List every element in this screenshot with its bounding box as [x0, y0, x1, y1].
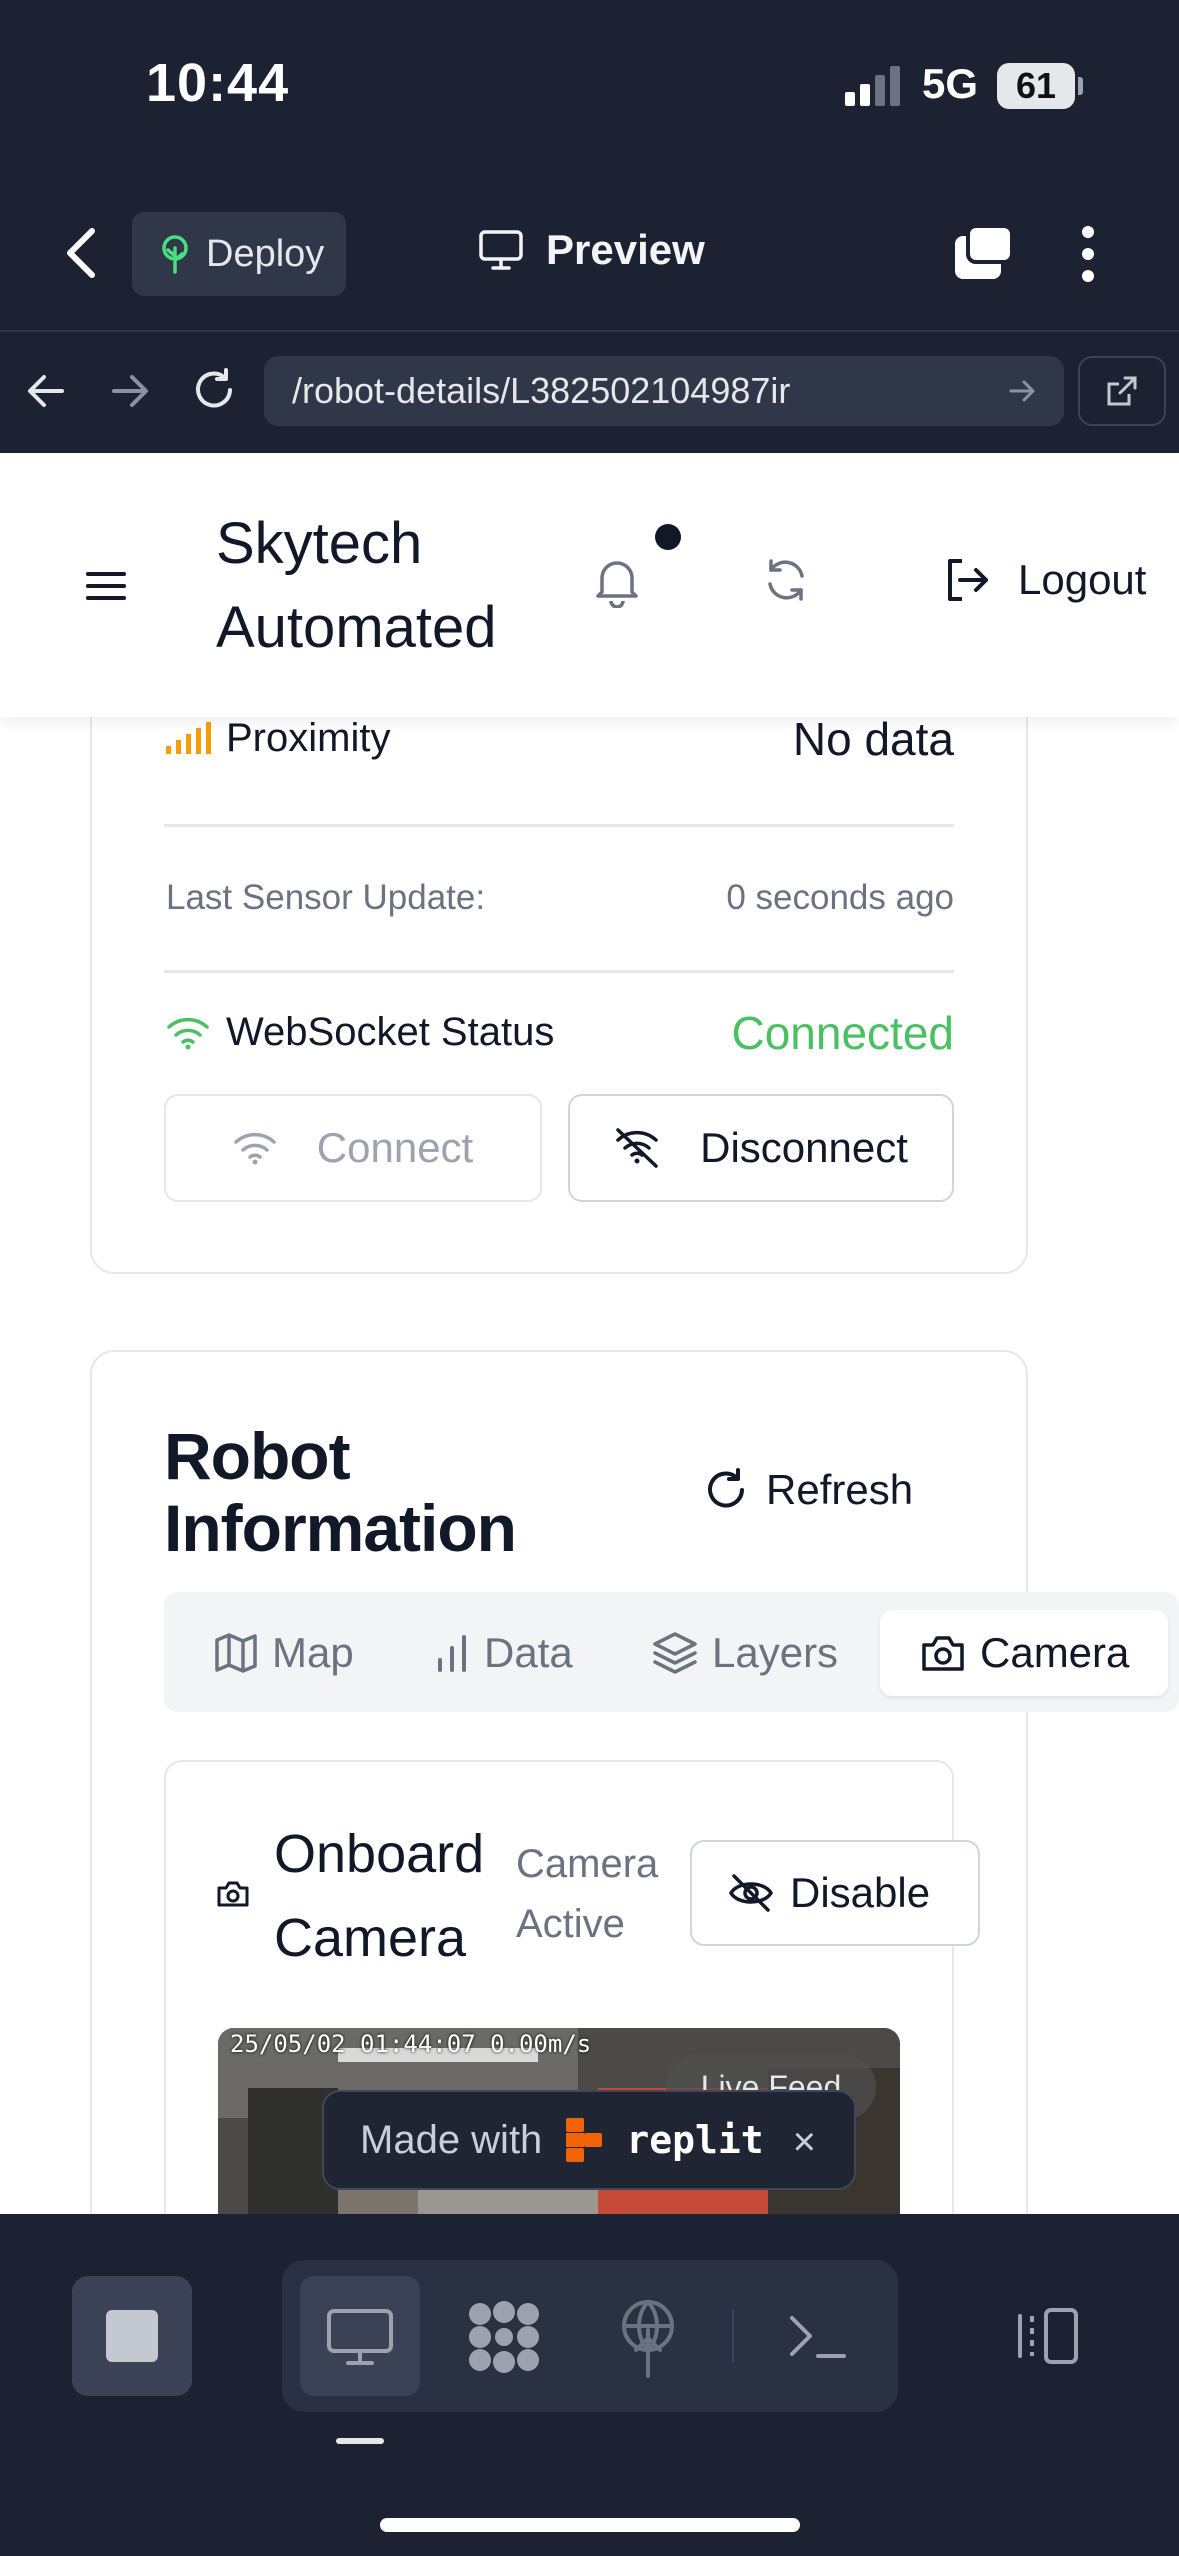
tab-map-label: Map [272, 1629, 354, 1676]
title-line-2: Information [164, 1491, 517, 1565]
refresh-button[interactable]: Refresh [704, 1466, 913, 1514]
tab-data-label: Data [484, 1629, 573, 1676]
refresh-icon [704, 1468, 748, 1512]
map-icon [214, 1633, 258, 1673]
url-input[interactable]: /robot-details/L382502104987ir [264, 356, 1064, 426]
camera-title: Onboard Camera [274, 1812, 484, 1980]
made-with-label: Made with [360, 2117, 543, 2162]
camera-title-line-2: Camera [274, 1908, 467, 1968]
camera-icon [216, 1880, 250, 1908]
notification-dot [655, 524, 681, 550]
camera-title-line-1: Onboard [274, 1824, 485, 1884]
tab-layers-label: Layers [712, 1629, 839, 1676]
deploy-button[interactable]: Deploy [132, 212, 346, 296]
nav-back-icon[interactable] [26, 372, 66, 410]
connect-label: Connect [316, 1124, 474, 1171]
status-time: 10:44 [146, 53, 290, 113]
sync-icon[interactable] [762, 556, 810, 604]
home-indicator [380, 2518, 800, 2532]
disconnect-label: Disconnect [700, 1124, 908, 1171]
signal-icon [845, 66, 903, 106]
proximity-label: Proximity [226, 716, 391, 760]
network-type: 5G [922, 60, 979, 107]
battery-nub [1078, 77, 1083, 95]
divider [164, 824, 954, 827]
reload-icon[interactable] [192, 368, 236, 412]
last-update-value: 0 seconds ago [726, 878, 954, 917]
replit-logo-icon [564, 2116, 604, 2164]
agent-icon[interactable] [466, 2300, 542, 2374]
logout-icon [944, 557, 990, 603]
open-external-button[interactable] [1078, 356, 1166, 426]
last-update-label: Last Sensor Update: [166, 878, 486, 917]
camera-feed-timestamp: 25/05/02 01:44:07 0.00m/s [230, 2030, 592, 2058]
preview-monitor-icon[interactable] [326, 2308, 394, 2366]
tab-camera[interactable]: Camera [880, 1610, 1168, 1696]
camera-status-line-1: Camera [516, 1842, 659, 1886]
camera-icon [920, 1634, 966, 1672]
deploy-globe-icon[interactable] [618, 2300, 678, 2378]
brand-name: Skytech Automated [216, 502, 497, 670]
notifications-bell-icon[interactable] [594, 556, 640, 608]
external-link-icon [1105, 374, 1139, 408]
terminal-icon[interactable] [788, 2312, 848, 2362]
tab-map[interactable]: Map [214, 1610, 354, 1696]
logout-label: Logout [1018, 556, 1147, 603]
disconnect-button[interactable]: Disconnect [568, 1094, 954, 1202]
robot-information-title: Robot Information [164, 1419, 517, 1565]
layers-icon [652, 1631, 698, 1675]
tab-layers[interactable]: Layers [652, 1610, 838, 1696]
brand-line-2: Automated [216, 595, 497, 660]
websocket-status-value: Connected [731, 1007, 955, 1059]
more-options-icon[interactable] [1078, 224, 1098, 284]
bar-chart-icon [436, 1634, 470, 1672]
wifi-off-icon [614, 1127, 660, 1169]
split-view-icon[interactable] [1010, 2306, 1080, 2366]
battery-indicator: 61 [997, 63, 1075, 109]
logout-button[interactable]: Logout [944, 556, 1146, 604]
replit-wordmark: replit [626, 2118, 764, 2162]
stop-button[interactable] [72, 2276, 192, 2396]
tool-separator [732, 2310, 734, 2362]
disable-camera-button[interactable]: Disable [690, 1840, 980, 1946]
back-chevron-icon[interactable] [62, 225, 102, 281]
hamburger-menu-icon[interactable] [86, 570, 126, 602]
made-with-replit-banner[interactable]: Made with replit × [322, 2090, 856, 2190]
proximity-signal-icon [166, 722, 214, 754]
tab-data[interactable]: Data [436, 1610, 573, 1696]
deploy-tree-icon [158, 234, 192, 274]
refresh-label: Refresh [766, 1466, 914, 1513]
deploy-label: Deploy [206, 232, 325, 275]
eye-off-icon [728, 1873, 774, 1913]
active-tool-indicator [336, 2438, 384, 2444]
wifi-icon [233, 1131, 277, 1165]
connect-button[interactable]: Connect [164, 1094, 542, 1202]
camera-status-line-2: Active [516, 1902, 625, 1946]
url-go-arrow-icon[interactable] [1008, 376, 1038, 406]
preview-label: Preview [546, 226, 705, 273]
camera-status: Camera Active [516, 1834, 658, 1954]
disable-label: Disable [790, 1869, 931, 1916]
stop-icon [106, 2310, 158, 2362]
websocket-status-label: WebSocket Status [226, 1010, 555, 1054]
title-line-1: Robot [164, 1419, 351, 1493]
monitor-icon [478, 229, 524, 271]
proximity-value: No data [792, 713, 954, 765]
brand-line-1: Skytech [216, 511, 423, 576]
tab-camera-label: Camera [980, 1629, 1130, 1676]
wifi-icon [166, 1016, 210, 1050]
close-banner-icon[interactable]: × [793, 2120, 816, 2165]
nav-forward-icon[interactable] [110, 372, 150, 410]
tabs-switcher-icon[interactable] [952, 224, 1014, 282]
divider [164, 970, 954, 973]
preview-tab[interactable]: Preview [478, 226, 705, 274]
